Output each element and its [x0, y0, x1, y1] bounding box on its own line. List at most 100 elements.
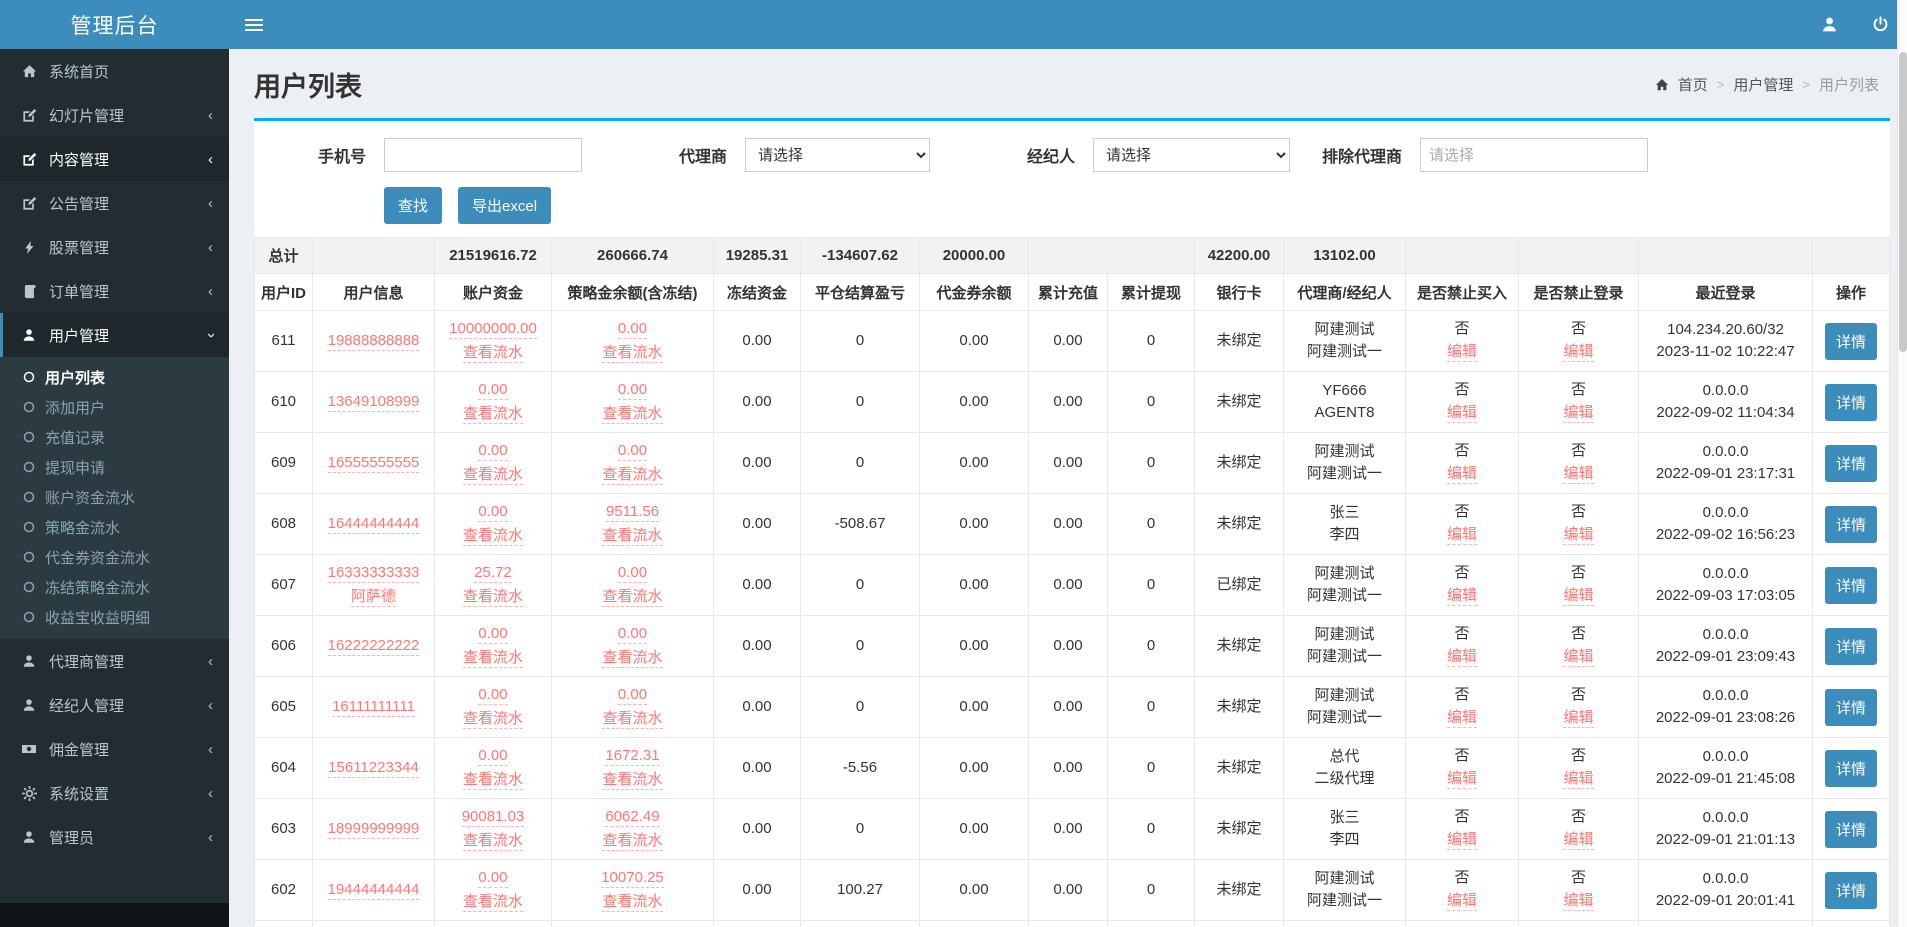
phone-link[interactable]: 16444444444: [328, 514, 420, 534]
sidebar-subitem[interactable]: 冻结策略金流水: [0, 572, 229, 602]
sidebar-item[interactable]: 订单管理‹: [0, 269, 229, 313]
detail-button[interactable]: 详情: [1825, 506, 1877, 543]
view-flow-link[interactable]: 查看流水: [463, 526, 523, 546]
breadcrumb-item[interactable]: 首页: [1678, 74, 1708, 95]
account-funds-link[interactable]: 0.00: [478, 380, 507, 400]
account-funds-link[interactable]: 0.00: [478, 502, 507, 522]
broker-select[interactable]: 请选择: [1093, 138, 1290, 172]
sidebar-item[interactable]: 管理员‹: [0, 815, 229, 859]
edit-link[interactable]: 编辑: [1447, 769, 1477, 789]
edit-link[interactable]: 编辑: [1447, 464, 1477, 484]
detail-button[interactable]: 详情: [1825, 567, 1877, 604]
edit-link[interactable]: 编辑: [1447, 647, 1477, 667]
sidebar-subitem[interactable]: 策略金流水: [0, 512, 229, 542]
phone-link[interactable]: 19888888888: [328, 331, 420, 351]
account-funds-link[interactable]: 0.00: [478, 441, 507, 461]
strategy-funds-link[interactable]: 10070.25: [601, 868, 664, 888]
phone-link[interactable]: 16333333333: [328, 563, 420, 583]
sidebar-subitem[interactable]: 代金券资金流水: [0, 542, 229, 572]
sidebar-subitem[interactable]: 添加用户: [0, 392, 229, 422]
account-funds-link[interactable]: 25.72: [474, 563, 512, 583]
edit-link[interactable]: 编辑: [1563, 891, 1593, 911]
menu-toggle-icon[interactable]: [229, 0, 279, 49]
sidebar-subitem[interactable]: 充值记录: [0, 422, 229, 452]
detail-button[interactable]: 详情: [1825, 872, 1877, 909]
edit-link[interactable]: 编辑: [1563, 403, 1593, 423]
view-flow-link[interactable]: 查看流水: [602, 587, 662, 607]
account-funds-link[interactable]: 0.00: [478, 624, 507, 644]
view-flow-link[interactable]: 查看流水: [463, 343, 523, 363]
view-flow-link[interactable]: 查看流水: [463, 648, 523, 668]
sidebar-item[interactable]: 幻灯片管理‹: [0, 93, 229, 137]
strategy-funds-link[interactable]: 1672.31: [605, 746, 659, 766]
strategy-funds-link[interactable]: 0.00: [618, 685, 647, 705]
account-funds-link[interactable]: 0.00: [478, 746, 507, 766]
view-flow-link[interactable]: 查看流水: [602, 892, 662, 912]
sidebar-subitem[interactable]: 提现申请: [0, 452, 229, 482]
power-icon[interactable]: [1872, 16, 1889, 33]
search-button[interactable]: 查找: [384, 187, 442, 224]
account-funds-link[interactable]: 0.00: [478, 868, 507, 888]
sidebar-subitem[interactable]: 账户资金流水: [0, 482, 229, 512]
detail-button[interactable]: 详情: [1825, 689, 1877, 726]
view-flow-link[interactable]: 查看流水: [463, 587, 523, 607]
detail-button[interactable]: 详情: [1825, 811, 1877, 848]
edit-link[interactable]: 编辑: [1447, 891, 1477, 911]
detail-button[interactable]: 详情: [1825, 384, 1877, 421]
view-flow-link[interactable]: 查看流水: [463, 770, 523, 790]
sidebar-item[interactable]: 内容管理‹: [0, 137, 229, 181]
view-flow-link[interactable]: 查看流水: [602, 831, 662, 851]
view-flow-link[interactable]: 查看流水: [602, 465, 662, 485]
edit-link[interactable]: 编辑: [1563, 586, 1593, 606]
user-account-icon[interactable]: [1821, 16, 1838, 33]
phone-link[interactable]: 18999999999: [328, 819, 420, 839]
phone-link[interactable]: 13649108999: [328, 392, 420, 412]
phone-link[interactable]: 16555555555: [328, 453, 420, 473]
edit-link[interactable]: 编辑: [1447, 403, 1477, 423]
sidebar-item[interactable]: 系统设置‹: [0, 771, 229, 815]
detail-button[interactable]: 详情: [1825, 628, 1877, 665]
strategy-funds-link[interactable]: 9511.56: [606, 502, 659, 522]
view-flow-link[interactable]: 查看流水: [463, 831, 523, 851]
agent-select[interactable]: 请选择: [745, 138, 930, 172]
vertical-scrollbar[interactable]: [1897, 0, 1907, 927]
view-flow-link[interactable]: 查看流水: [602, 404, 662, 424]
view-flow-link[interactable]: 查看流水: [463, 404, 523, 424]
sidebar-item[interactable]: 系统首页: [0, 49, 229, 93]
sidebar-subitem[interactable]: 用户列表: [0, 362, 229, 392]
detail-button[interactable]: 详情: [1825, 750, 1877, 787]
view-flow-link[interactable]: 查看流水: [602, 526, 662, 546]
view-flow-link[interactable]: 查看流水: [463, 892, 523, 912]
edit-link[interactable]: 编辑: [1447, 586, 1477, 606]
view-flow-link[interactable]: 查看流水: [602, 343, 662, 363]
strategy-funds-link[interactable]: 0.00: [618, 319, 647, 339]
view-flow-link[interactable]: 查看流水: [463, 465, 523, 485]
phone-link[interactable]: 16222222222: [328, 636, 420, 656]
edit-link[interactable]: 编辑: [1563, 830, 1593, 850]
phone-input[interactable]: [384, 138, 582, 172]
strategy-funds-link[interactable]: 0.00: [618, 624, 647, 644]
view-flow-link[interactable]: 查看流水: [602, 770, 662, 790]
edit-link[interactable]: 编辑: [1563, 647, 1593, 667]
edit-link[interactable]: 编辑: [1447, 525, 1477, 545]
sidebar-item[interactable]: 代理商管理‹: [0, 639, 229, 683]
sidebar-item[interactable]: 佣金管理‹: [0, 727, 229, 771]
sidebar-item[interactable]: 用户管理‹: [0, 313, 229, 357]
detail-button[interactable]: 详情: [1825, 445, 1877, 482]
export-excel-button[interactable]: 导出excel: [458, 187, 551, 224]
view-flow-link[interactable]: 查看流水: [602, 648, 662, 668]
phone-link[interactable]: 19444444444: [328, 880, 420, 900]
scrollbar-thumb[interactable]: [1899, 52, 1907, 352]
account-funds-link[interactable]: 90081.03: [462, 807, 525, 827]
view-flow-link[interactable]: 查看流水: [463, 709, 523, 729]
strategy-funds-link[interactable]: 0.00: [618, 563, 647, 583]
edit-link[interactable]: 编辑: [1447, 830, 1477, 850]
phone-link[interactable]: 15611223344: [328, 758, 419, 778]
strategy-funds-link[interactable]: 0.00: [618, 441, 647, 461]
edit-link[interactable]: 编辑: [1563, 708, 1593, 728]
edit-link[interactable]: 编辑: [1563, 342, 1593, 362]
detail-button[interactable]: 详情: [1825, 323, 1877, 360]
exclude-agent-input[interactable]: [1420, 138, 1648, 172]
breadcrumb-item[interactable]: 用户管理: [1733, 74, 1793, 95]
sidebar-item[interactable]: 股票管理‹: [0, 225, 229, 269]
